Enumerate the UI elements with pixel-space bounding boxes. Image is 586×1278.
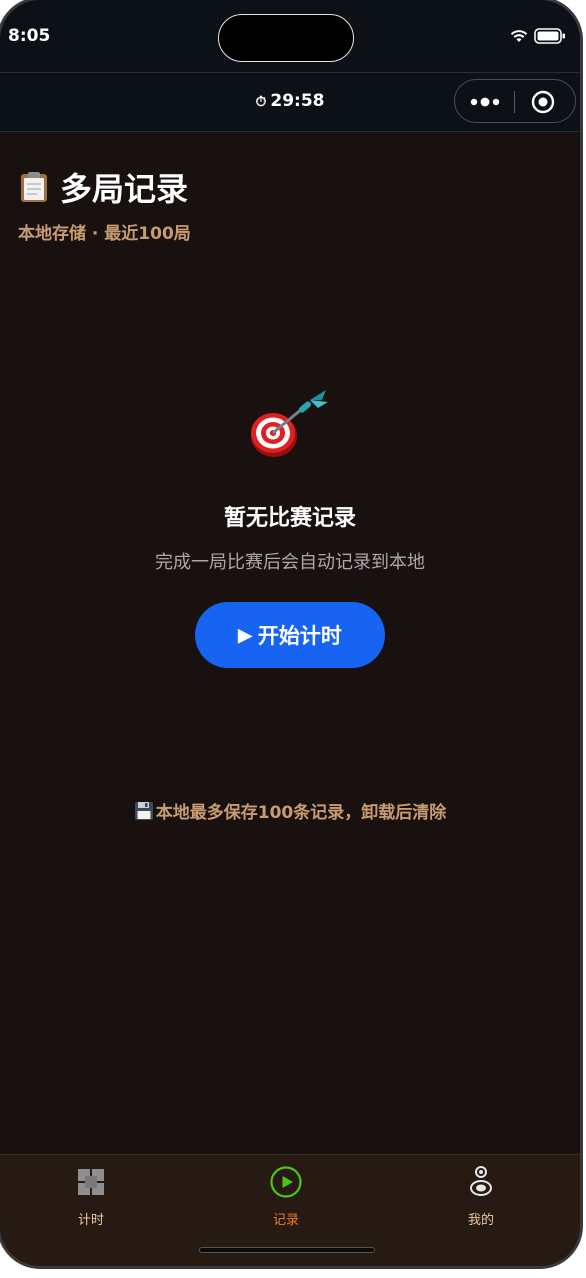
start-timer-label: 开始计时 [257, 625, 342, 648]
close-target-icon[interactable] [531, 90, 555, 114]
page-header: 多局记录 [18, 164, 188, 210]
status-time: 8:05 [8, 26, 51, 46]
stopwatch-icon: ⏱ [255, 94, 267, 110]
capsule-menu [454, 79, 576, 123]
page-subtitle: 本地存储 · 最近100局 [18, 224, 191, 244]
tab-records[interactable]: 记录 [226, 1165, 346, 1228]
dart-target-icon [251, 390, 328, 457]
storage-note-text: 本地最多保存100条记录，卸载后清除 [155, 803, 447, 823]
status-icons [510, 28, 566, 44]
timer-text: 29:58 [270, 91, 325, 111]
user-icon [470, 1166, 492, 1196]
tab-timer[interactable]: 计时 [31, 1165, 151, 1228]
home-indicator [199, 1247, 375, 1253]
wifi-icon [510, 29, 528, 43]
empty-description: 完成一局比赛后会自动记录到本地 [155, 552, 425, 573]
tab-timer-label: 计时 [77, 1213, 104, 1228]
phone-frame: 8:05 ⏱ 29:58 多局记录 本地存储 · 最近100局 暂无比赛记录 完… [0, 0, 580, 1266]
tab-mine-label: 我的 [467, 1213, 494, 1228]
more-dots-icon[interactable] [469, 94, 501, 110]
dynamic-island [218, 14, 354, 62]
clipboard-icon [21, 172, 47, 202]
mini-program-navbar: ⏱ 29:58 [0, 72, 580, 132]
battery-icon [534, 28, 566, 44]
storage-note: 本地最多保存100条记录，卸载后清除 [0, 798, 580, 823]
floppy-disk-icon [134, 802, 153, 820]
capsule-divider [514, 91, 515, 113]
grid-icon [78, 1169, 104, 1195]
tab-mine[interactable]: 我的 [421, 1165, 541, 1228]
start-timer-button[interactable]: ▶ 开始计时 [195, 602, 385, 668]
status-bar: 8:05 [0, 0, 580, 72]
tab-records-label: 记录 [272, 1213, 299, 1228]
play-circle-icon [270, 1166, 302, 1198]
page-title: 多局记录 [60, 170, 189, 208]
play-icon: ▶ [238, 624, 252, 645]
records-page: 多局记录 本地存储 · 最近100局 暂无比赛记录 完成一局比赛后会自动记录到本… [0, 132, 580, 1154]
empty-state: 暂无比赛记录 完成一局比赛后会自动记录到本地 ▶ 开始计时 [0, 388, 580, 668]
tab-bar: 计时 记录 我的 [0, 1154, 580, 1266]
empty-title: 暂无比赛记录 [223, 506, 356, 531]
